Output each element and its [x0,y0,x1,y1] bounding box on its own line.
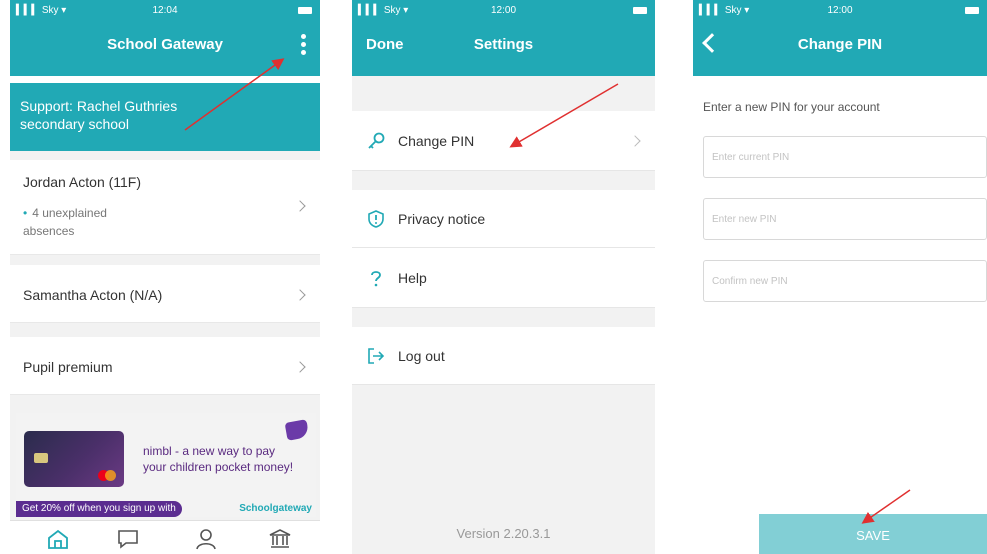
settings-title: Settings [473,36,534,53]
divider [10,323,320,337]
key-icon [366,131,386,151]
promo-signup-link[interactable]: Get 20% off when you sign up with [16,501,182,517]
account-icon[interactable] [194,527,218,551]
screen-settings: ▍▍▍ Sky ▾ 12:00 Done Settings Change PIN… [352,0,655,554]
pin-instruction: Enter a new PIN for your account [703,100,880,114]
support-school-banner[interactable]: Support: Rachel Guthries secondary schoo… [10,83,320,151]
nimbl-ad-text: nimbl - a new way to pay your children p… [143,443,293,475]
nimbl-ad-banner[interactable]: nimbl - a new way to pay your children p… [16,413,316,517]
battery-icon [633,7,647,14]
student-row-samantha[interactable]: Samantha Acton (N/A) [10,265,320,323]
log-out-label: Log out [398,348,445,364]
screen-change-pin: ▍▍▍ Sky ▾ 12:00 Change PIN Enter a new P… [693,0,987,554]
pupil-premium-label: Pupil premium [23,359,113,375]
absence-note-line-1: 4 unexplained [32,206,107,220]
screen-school-gateway-home: ▍▍▍ Sky ▾ 12:04 School Gateway Support: … [10,0,320,554]
confirm-pin-field[interactable] [703,260,987,302]
help-row[interactable]: Help [352,248,655,308]
settings-header: Done Settings [352,22,655,76]
status-bar: ▍▍▍ Sky ▾ 12:00 [693,0,987,22]
payment-card-image [24,431,124,487]
change-pin-header: Change PIN [693,22,987,76]
change-pin-title: Change PIN [797,36,883,53]
change-pin-row[interactable]: Change PIN [352,111,655,171]
change-pin-label: Change PIN [398,133,475,149]
more-options-icon[interactable] [298,34,308,60]
support-line-1: Support: Rachel Guthries [20,98,178,114]
pupil-premium-row[interactable]: Pupil premium [10,337,320,395]
chevron-right-icon [294,200,306,212]
status-bar: ▍▍▍ Sky ▾ 12:04 [10,0,320,22]
status-time: 12:00 [490,5,517,16]
shield-icon [366,209,386,229]
student-row-jordan[interactable]: Jordan Acton (11F) • 4 unexplained absenc… [10,160,320,255]
app-header: School Gateway [10,22,320,76]
app-title: School Gateway [107,36,223,53]
current-pin-field[interactable] [703,136,987,178]
support-line-2: secondary school [20,116,129,132]
new-pin-field[interactable] [703,198,987,240]
battery-icon [298,7,312,14]
absence-note-line-2: absences [23,224,75,238]
student-name: Jordan Acton (11F) [23,174,142,190]
student-name: Samantha Acton (N/A) [23,287,163,303]
school-icon[interactable] [268,527,292,551]
status-time: 12:04 [152,5,178,16]
logout-icon [366,346,386,366]
home-icon[interactable] [46,527,70,551]
absence-note: • 4 unexplained absences [23,204,107,240]
help-icon [366,268,386,288]
nimbl-logo-icon [284,419,310,441]
divider [10,255,320,265]
nimbl-ad-line-1: nimbl - a new way to pay [143,444,276,458]
bullet-icon: • [23,206,28,220]
chevron-right-icon [294,289,306,301]
chevron-right-icon [294,361,306,373]
messages-icon[interactable] [116,527,140,551]
chevron-right-icon [629,135,641,147]
nimbl-ad-line-2: your children pocket money! [143,460,294,474]
save-button[interactable]: SAVE [759,514,987,554]
status-bar: ▍▍▍ Sky ▾ 12:00 [352,0,655,22]
privacy-notice-label: Privacy notice [398,211,486,227]
bottom-tab-bar [10,520,320,554]
battery-icon [965,7,979,14]
status-time: 12:00 [827,5,853,16]
privacy-notice-row[interactable]: Privacy notice [352,190,655,248]
app-version: Version 2.20.3.1 [456,526,551,541]
schoolgateway-logo: Schoolgateway [239,503,312,514]
help-label: Help [398,270,427,286]
log-out-row[interactable]: Log out [352,327,655,385]
